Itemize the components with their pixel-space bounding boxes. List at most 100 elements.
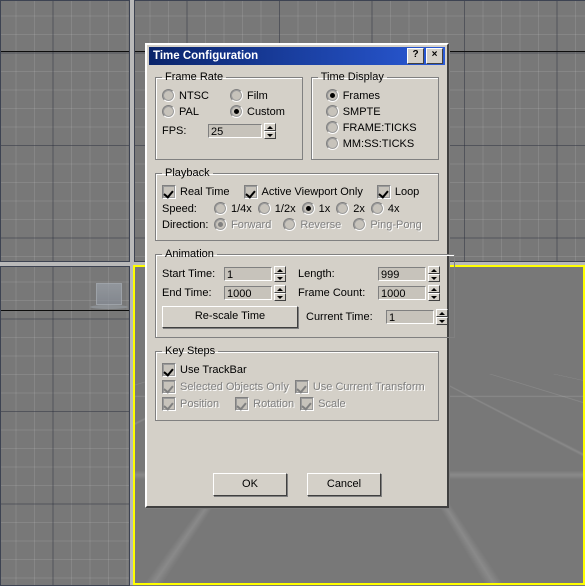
start-time-input[interactable]: 1 <box>224 267 272 281</box>
checkbox-use-current-transform[interactable]: Use Current Transform <box>294 380 425 394</box>
viewport-bottom-left[interactable] <box>0 266 129 585</box>
spinner-down-icon[interactable] <box>428 274 440 282</box>
radio-label: Frames <box>342 89 380 102</box>
radio-label: NTSC <box>179 89 209 102</box>
radio-label: FRAME:TICKS <box>342 121 417 134</box>
radio-label: 1/4x <box>231 202 252 215</box>
radio-label: Custom <box>247 105 285 118</box>
current-time-spinner[interactable] <box>436 309 448 325</box>
viewport-top-left[interactable] <box>0 0 129 261</box>
viewport-grid-major <box>0 0 129 261</box>
spinner-up-icon[interactable] <box>274 285 286 293</box>
radio-dot-icon <box>283 218 297 231</box>
checkbox-selected-objects-only[interactable]: Selected Objects Only <box>162 380 289 394</box>
radio-label: 2x <box>353 202 365 215</box>
radio-dot-icon <box>162 89 175 102</box>
radio-frames[interactable]: Frames <box>325 89 380 102</box>
checkbox-loop[interactable]: Loop <box>376 185 420 199</box>
rescale-time-button[interactable]: Re-scale Time <box>162 306 298 328</box>
radio-speed-half[interactable]: 1/2x <box>257 202 296 215</box>
radio-direction-reverse[interactable]: Reverse <box>283 218 341 231</box>
radio-dot-icon <box>370 202 384 215</box>
dialog-titlebar[interactable]: Time Configuration ? × <box>149 47 445 65</box>
start-time-spinner[interactable] <box>274 266 286 282</box>
spinner-down-icon[interactable] <box>436 317 448 325</box>
cancel-button[interactable]: Cancel <box>307 473 381 496</box>
radio-custom[interactable]: Custom <box>230 105 285 118</box>
dialog-title: Time Configuration <box>153 50 259 62</box>
length-input[interactable]: 999 <box>378 267 426 281</box>
help-button[interactable]: ? <box>407 48 424 64</box>
frame-rate-group: Frame Rate NTSC Film PAL Custom FPS: 25 <box>155 71 303 160</box>
radio-label: PAL <box>179 105 199 118</box>
key-steps-group: Key Steps Use TrackBar Selected Objects … <box>155 345 439 421</box>
radio-dot-icon <box>230 105 243 118</box>
frame-count-input[interactable]: 1000 <box>378 286 426 300</box>
spinner-up-icon[interactable] <box>264 123 276 131</box>
radio-dot-icon <box>325 89 339 102</box>
radio-speed-quarter[interactable]: 1/4x <box>214 202 252 215</box>
radio-label: 4x <box>387 202 400 215</box>
radio-smpte[interactable]: SMPTE <box>325 105 381 118</box>
length-spinner[interactable] <box>428 266 440 282</box>
checkbox-real-time[interactable]: Real Time <box>162 185 230 199</box>
checkbox-scale[interactable]: Scale <box>300 397 346 411</box>
length-label: Length: <box>298 268 335 280</box>
spinner-up-icon[interactable] <box>428 266 440 274</box>
spinner-down-icon[interactable] <box>274 274 286 282</box>
checkbox-use-trackbar[interactable]: Use TrackBar <box>162 363 247 377</box>
radio-dot-icon <box>214 218 227 231</box>
fps-label: FPS: <box>162 125 187 137</box>
checkbox-icon <box>243 185 258 199</box>
checkbox-position[interactable]: Position <box>162 397 219 411</box>
ok-button[interactable]: OK <box>213 473 287 496</box>
end-time-spinner[interactable] <box>274 285 286 301</box>
dialog-body: Frame Rate NTSC Film PAL Custom FPS: 25 … <box>147 65 455 421</box>
checkbox-rotation[interactable]: Rotation <box>235 397 294 411</box>
viewport-divider-vertical[interactable] <box>129 0 134 585</box>
spinner-down-icon[interactable] <box>264 131 276 139</box>
checkbox-label: Loop <box>394 186 420 198</box>
checkbox-icon <box>162 380 176 394</box>
radio-label: Film <box>247 89 268 102</box>
frame-count-spinner[interactable] <box>428 285 440 301</box>
direction-label: Direction: <box>162 218 209 231</box>
fps-input[interactable]: 25 <box>208 124 262 138</box>
key-steps-legend: Key Steps <box>165 345 216 357</box>
radio-direction-ping-pong[interactable]: Ping-Pong <box>353 218 422 231</box>
end-time-label: End Time: <box>162 287 212 299</box>
checkbox-label: Use Current Transform <box>312 381 425 393</box>
dialog-button-bar: OK Cancel <box>147 473 447 496</box>
frame-count-label: Frame Count: <box>298 287 366 299</box>
viewport-axis-horizontal <box>0 310 129 311</box>
fps-spinner[interactable] <box>264 123 276 139</box>
spinner-up-icon[interactable] <box>428 285 440 293</box>
radio-film[interactable]: Film <box>230 89 268 102</box>
spinner-down-icon[interactable] <box>274 293 286 301</box>
spinner-up-icon[interactable] <box>274 266 286 274</box>
end-time-input[interactable]: 1000 <box>224 286 272 300</box>
checkbox-icon <box>162 185 176 199</box>
radio-frame-ticks[interactable]: FRAME:TICKS <box>325 121 417 134</box>
spinner-up-icon[interactable] <box>436 309 448 317</box>
spinner-down-icon[interactable] <box>428 293 440 301</box>
frame-rate-legend: Frame Rate <box>165 71 224 83</box>
radio-ntsc[interactable]: NTSC <box>162 89 224 102</box>
checkbox-active-viewport-only[interactable]: Active Viewport Only <box>243 185 363 199</box>
checkbox-icon <box>162 363 176 377</box>
animation-legend: Animation <box>165 248 214 260</box>
radio-pal[interactable]: PAL <box>162 105 224 118</box>
time-configuration-dialog[interactable]: Time Configuration ? × Frame Rate NTSC F… <box>145 43 455 508</box>
radio-speed-1x[interactable]: 1x <box>301 202 330 215</box>
scene-object-box[interactable] <box>90 283 128 309</box>
radio-dot-icon <box>353 218 367 231</box>
radio-mmss-ticks[interactable]: MM:SS:TICKS <box>325 137 415 150</box>
radio-speed-2x[interactable]: 2x <box>336 202 365 215</box>
current-time-input[interactable]: 1 <box>386 310 434 324</box>
radio-label: MM:SS:TICKS <box>342 137 415 150</box>
radio-speed-4x[interactable]: 4x <box>370 202 400 215</box>
close-button[interactable]: × <box>426 48 443 64</box>
playback-legend: Playback <box>165 167 210 179</box>
radio-direction-forward[interactable]: Forward <box>214 218 271 231</box>
animation-group: Animation Start Time: 1 Length: 999 End … <box>155 248 455 338</box>
